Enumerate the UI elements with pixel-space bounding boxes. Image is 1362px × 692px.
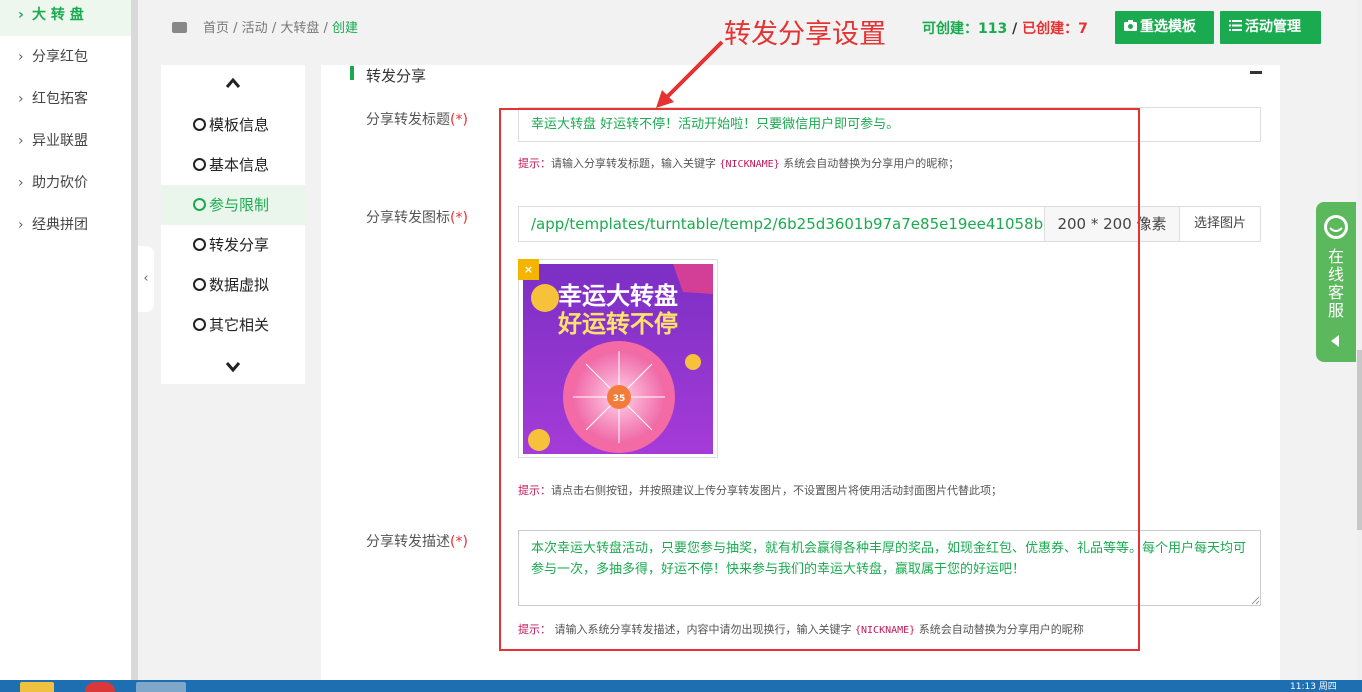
section-title: 转发分享 — [366, 67, 427, 85]
quota-counter: 可创建：113 / 已创建：7 — [922, 21, 1088, 37]
taskbar-app-icon[interactable] — [85, 682, 115, 692]
chevron-right-icon: › — [18, 7, 24, 23]
chevron-down-icon[interactable] — [161, 356, 305, 377]
sidebar-divider — [131, 0, 138, 680]
resize-grip-icon[interactable] — [1251, 596, 1260, 605]
share-title-label: 分享转发标题(*) — [366, 112, 468, 128]
section-accent-bar — [350, 66, 354, 80]
chevron-right-icon: › — [18, 217, 24, 233]
sidebar: › 大 转 盘 › 分享红包 › 红包拓客 › 异业联盟 › 助力砍价 › 经典拼团 — [0, 0, 131, 680]
chevron-right-icon: › — [18, 133, 24, 149]
taskbar-folder-icon[interactable] — [20, 682, 54, 692]
annotation-arrow-icon — [656, 40, 724, 108]
camera-icon — [1123, 11, 1137, 44]
select-image-button[interactable]: 选择图片 — [1179, 206, 1261, 242]
sidebar-item-alliance[interactable]: › 异业联盟 — [0, 120, 131, 162]
taskbar-window-icon[interactable] — [136, 682, 186, 692]
circle-icon — [193, 118, 206, 131]
created-label: 已创建： — [1022, 21, 1079, 37]
nav-item-data-virtual[interactable]: 数据虚拟 — [161, 265, 305, 305]
chevron-right-icon: › — [18, 91, 24, 107]
breadcrumb-home[interactable]: 首页 — [203, 21, 229, 36]
create-count: 113 — [978, 21, 1008, 37]
caret-left-icon — [1331, 335, 1339, 347]
scrollbar-thumb[interactable] — [1357, 350, 1362, 530]
sidebar-item-bargain[interactable]: › 助力砍价 — [0, 162, 131, 204]
breadcrumb-turntable[interactable]: 大转盘 — [280, 21, 319, 36]
circle-icon — [193, 278, 206, 291]
circle-icon — [193, 318, 206, 331]
collapse-minus-icon[interactable] — [1250, 71, 1262, 74]
folder-icon — [172, 22, 187, 33]
scrollbar-track[interactable] — [1357, 0, 1362, 680]
chevron-right-icon: › — [18, 49, 24, 65]
sidebar-item-turntable[interactable]: › 大 转 盘 — [0, 0, 131, 36]
breadcrumb-activity[interactable]: 活动 — [242, 21, 268, 36]
customer-service-icon — [1324, 215, 1348, 239]
online-service-label: 在线客服 — [1328, 247, 1345, 320]
circle-icon — [193, 198, 206, 211]
share-icon-label: 分享转发图标(*) — [366, 210, 468, 226]
chevron-left-icon: ‹ — [143, 271, 149, 286]
sidebar-item-label: 红包拓客 — [32, 91, 88, 107]
breadcrumb: 首页 / 活动 / 大转盘 / 创建 — [172, 17, 358, 36]
nav-item-share-forward[interactable]: 转发分享 — [161, 225, 305, 265]
sidebar-item-redpack-expand[interactable]: › 红包拓客 — [0, 78, 131, 120]
activity-manage-button[interactable]: 活动管理 — [1220, 11, 1321, 44]
sidebar-item-label: 大 转 盘 — [32, 7, 84, 23]
step-nav: 模板信息 基本信息 参与限制 转发分享 数据虚拟 其它相关 — [161, 65, 305, 384]
nav-item-basic-info[interactable]: 基本信息 — [161, 145, 305, 185]
os-taskbar — [0, 680, 1362, 692]
created-count: 7 — [1078, 21, 1088, 37]
circle-icon — [193, 158, 206, 171]
nav-item-template-info[interactable]: 模板信息 — [161, 105, 305, 145]
sidebar-item-group-buy[interactable]: › 经典拼团 — [0, 204, 131, 246]
chevron-right-icon: › — [18, 175, 24, 191]
sidebar-item-label: 异业联盟 — [32, 133, 88, 149]
list-icon — [1228, 11, 1242, 44]
nav-item-participation-limit[interactable]: 参与限制 — [161, 185, 305, 225]
annotation-highlight-box — [499, 108, 1140, 651]
taskbar-clock: 11:13 周四 — [1290, 682, 1337, 692]
annotation-title: 转发分享设置 — [724, 19, 886, 50]
sidebar-item-label: 分享红包 — [32, 49, 88, 65]
share-desc-label: 分享转发描述(*) — [366, 534, 468, 550]
create-label: 可创建： — [922, 21, 978, 37]
sidebar-collapse-toggle[interactable]: ‹ — [138, 246, 154, 312]
sidebar-item-label: 助力砍价 — [32, 175, 88, 191]
nav-item-other[interactable]: 其它相关 — [161, 305, 305, 345]
chevron-up-icon[interactable] — [161, 73, 305, 94]
sidebar-item-share-redpack[interactable]: › 分享红包 — [0, 36, 131, 78]
breadcrumb-current: 创建 — [332, 21, 359, 36]
circle-icon — [193, 238, 206, 251]
reselect-template-button[interactable]: 重选模板 — [1115, 11, 1214, 44]
sidebar-item-label: 经典拼团 — [32, 217, 88, 233]
